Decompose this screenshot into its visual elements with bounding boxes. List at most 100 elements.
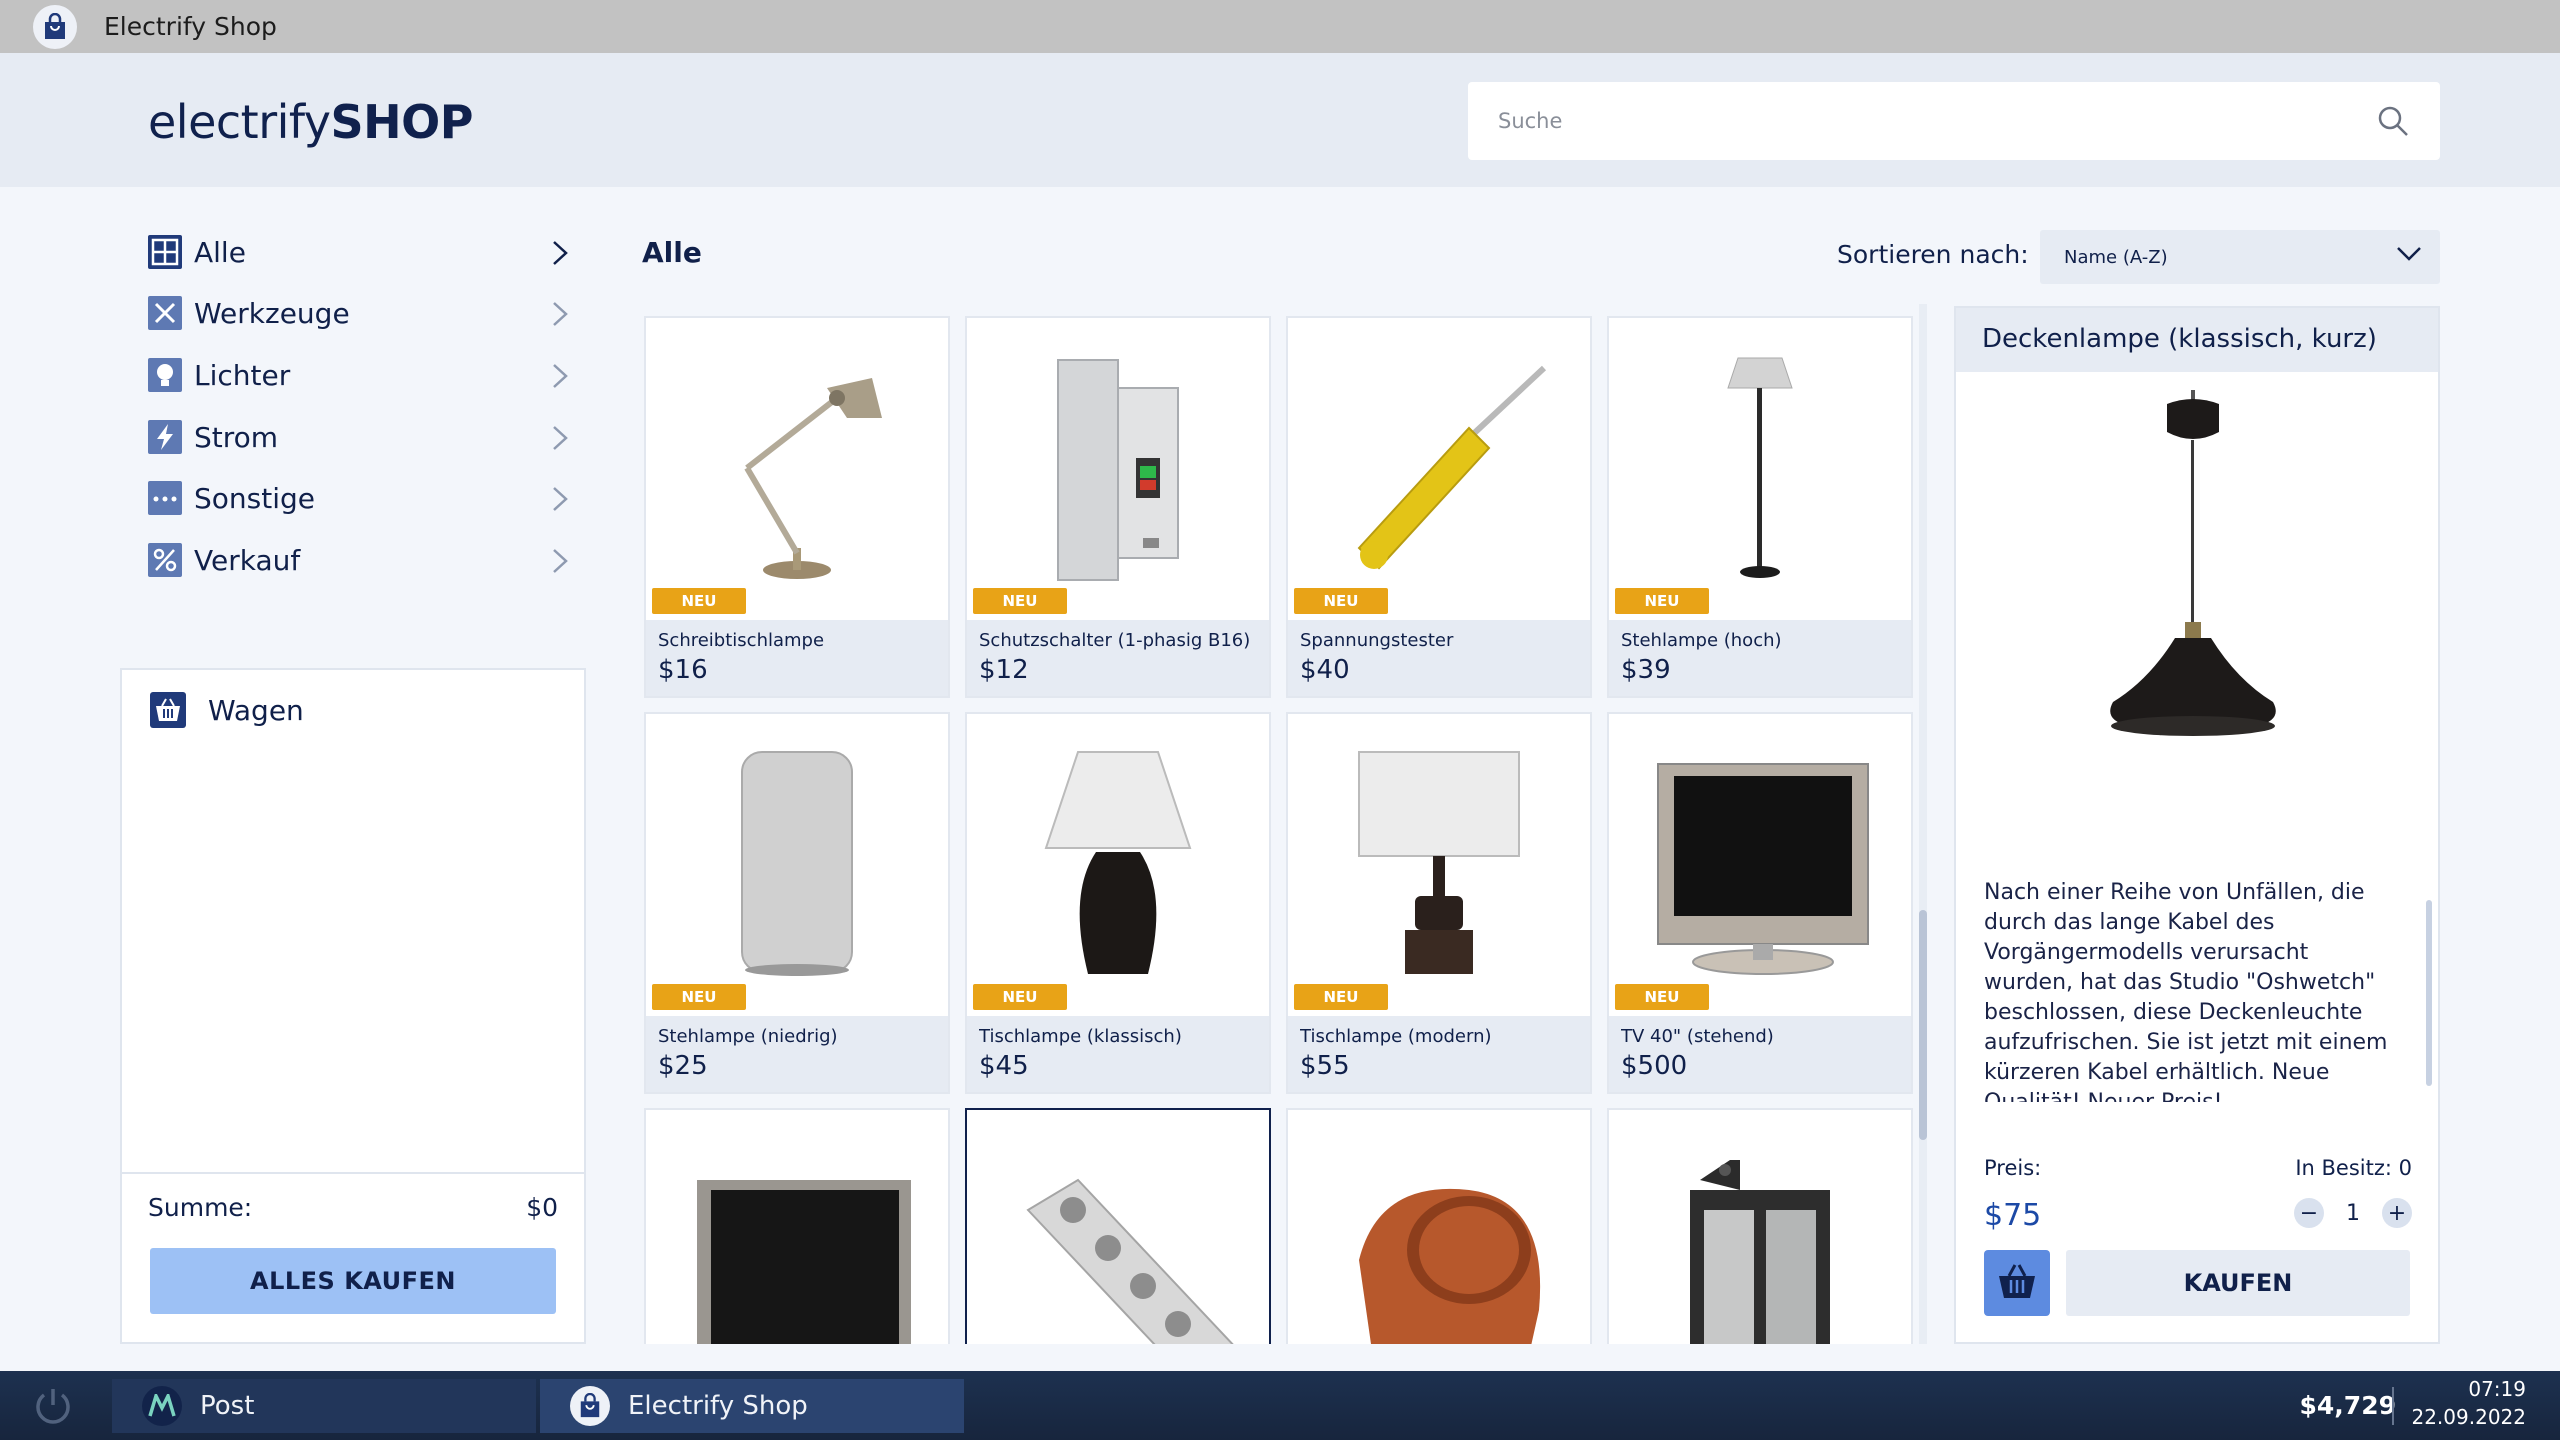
basket-icon (150, 692, 186, 728)
product-name: Stehlampe (hoch) (1621, 630, 1782, 651)
floor-lamp-low-image (646, 714, 948, 1014)
shopping-bag-icon (33, 4, 77, 49)
sidebar-item-lichter[interactable]: Lichter (148, 353, 568, 397)
product-info: Tischlampe (modern) $55 (1288, 1016, 1590, 1092)
chevron-right-icon (552, 425, 568, 455)
search-icon[interactable] (2376, 104, 2410, 142)
sidebar-item-strom[interactable]: Strom (148, 415, 568, 459)
product-name: Schutzschalter (1-phasig B16) (979, 630, 1251, 651)
product-card[interactable]: NEU Stehlampe (niedrig) $25 (644, 712, 950, 1094)
sidebar-item-label: Strom (194, 420, 279, 454)
product-card[interactable]: NEU Tischlampe (modern) $55 (1286, 712, 1592, 1094)
add-to-cart-button[interactable] (1984, 1250, 2050, 1316)
sidebar-item-sonstige[interactable]: Sonstige (148, 476, 568, 520)
sort-dropdown[interactable]: Name (A-Z) (2040, 230, 2440, 284)
description-scrollbar[interactable] (2426, 900, 2432, 1086)
table-lamp-classic-image (967, 714, 1269, 1014)
grid-scrollbar-track[interactable] (1919, 304, 1927, 1344)
clock-date: 22.09.2022 (2411, 1405, 2526, 1429)
product-card[interactable]: NEU Tischlampe (klassisch) $45 (965, 712, 1271, 1094)
sidebar-item-label: Lichter (194, 358, 291, 392)
tv-standing-image (1609, 714, 1911, 1014)
minus-icon[interactable]: − (2294, 1198, 2324, 1228)
account-balance: $4,729 (2299, 1391, 2396, 1420)
detail-price: $75 (1984, 1198, 2042, 1233)
new-badge: NEU (973, 984, 1067, 1010)
product-name: Tischlampe (modern) (1300, 1026, 1492, 1047)
product-card[interactable]: NEU Stehlampe (hoch) $39 (1607, 316, 1913, 698)
new-badge: NEU (652, 588, 746, 614)
product-price: $12 (979, 655, 1029, 685)
basket-icon (1997, 1262, 2037, 1304)
product-card[interactable]: NEU Schutzschalter (1-phasig B16) $12 (965, 316, 1271, 698)
product-name: Schreibtischlampe (658, 630, 825, 651)
product-card[interactable] (1607, 1108, 1913, 1344)
lightning-icon (148, 420, 182, 454)
chevron-down-icon (2396, 246, 2422, 266)
detail-title: Deckenlampe (klassisch, kurz) (1982, 324, 2377, 354)
sidebar-item-verkauf[interactable]: Verkauf (148, 538, 568, 582)
chevron-right-icon (552, 548, 568, 578)
product-info: TV 40" (stehend) $500 (1609, 1016, 1911, 1092)
percent-icon (148, 543, 182, 577)
product-card[interactable]: NEU Schreibtischlampe $16 (644, 316, 950, 698)
chevron-right-icon (552, 486, 568, 516)
cart-sum-label: Summe: (148, 1193, 253, 1222)
shop-logo[interactable]: electrifySHOP (148, 95, 473, 149)
product-info: Stehlampe (hoch) $39 (1609, 620, 1911, 696)
grid-scrollbar-thumb[interactable] (1919, 910, 1927, 1140)
quantity-stepper: − 1 + (2294, 1198, 2412, 1228)
taskbar-app-post[interactable]: Post (112, 1379, 536, 1433)
taskbar-app-label: Post (200, 1391, 255, 1421)
page-title: Alle (642, 236, 702, 269)
plus-icon[interactable]: + (2382, 1198, 2412, 1228)
sidebar-item-alle[interactable]: Alle (148, 230, 568, 274)
product-card[interactable]: NEU TV 40" (stehend) $500 (1607, 712, 1913, 1094)
bulb-icon (148, 358, 182, 392)
product-info: Stehlampe (niedrig) $25 (646, 1016, 948, 1092)
new-badge: NEU (1615, 588, 1709, 614)
taskbar-app-electrify-shop[interactable]: Electrify Shop (540, 1379, 964, 1433)
product-name: Stehlampe (niedrig) (658, 1026, 838, 1047)
sidebar-item-werkzeuge[interactable]: Werkzeuge (148, 291, 568, 335)
buy-all-button[interactable]: ALLES KAUFEN (150, 1248, 556, 1314)
quantity-value[interactable]: 1 (2324, 1201, 2382, 1226)
logo-light-text: electrify (148, 95, 331, 149)
new-badge: NEU (973, 588, 1067, 614)
sidebar-item-label: Werkzeuge (194, 296, 350, 330)
new-badge: NEU (652, 984, 746, 1010)
product-card[interactable] (644, 1108, 950, 1344)
new-badge: NEU (1294, 588, 1388, 614)
power-icon[interactable] (30, 1383, 76, 1429)
sidebar-item-label: Alle (194, 235, 246, 269)
product-price: $39 (1621, 655, 1671, 685)
search-input[interactable] (1498, 109, 2440, 133)
taskbar-separator (2392, 1387, 2394, 1425)
tools-icon (148, 296, 182, 330)
product-card[interactable]: NEU Spannungstester $40 (1286, 316, 1592, 698)
product-card[interactable] (1286, 1108, 1592, 1344)
new-badge: NEU (1294, 984, 1388, 1010)
cart-title: Wagen (208, 693, 304, 727)
product-info: Tischlampe (klassisch) $45 (967, 1016, 1269, 1092)
voltage-tester-image (1288, 318, 1590, 618)
detail-header: Deckenlampe (klassisch, kurz) (1956, 308, 2438, 372)
sidebar-item-label: Sonstige (194, 481, 315, 515)
owned-count: In Besitz: 0 (2295, 1156, 2412, 1180)
window-title: Electrify Shop (104, 12, 277, 41)
product-info: Spannungstester $40 (1288, 620, 1590, 696)
product-detail-panel: Deckenlampe (klassisch, kurz) Nach einer… (1954, 306, 2440, 1344)
taskbar-app-label: Electrify Shop (628, 1391, 808, 1421)
product-name: Tischlampe (klassisch) (979, 1026, 1182, 1047)
cart-sum-value: $0 (526, 1193, 558, 1222)
dots-icon (148, 481, 182, 515)
product-card[interactable] (965, 1108, 1271, 1344)
product-price: $40 (1300, 655, 1350, 685)
cart-panel: Wagen Summe: $0 ALLES KAUFEN (120, 668, 586, 1344)
sort-value: Name (A-Z) (2064, 246, 2168, 268)
product-info: Schutzschalter (1-phasig B16) $12 (967, 620, 1269, 696)
buy-button[interactable]: KAUFEN (2066, 1250, 2410, 1316)
product-name: Spannungstester (1300, 630, 1454, 651)
pot-image (1288, 1110, 1590, 1344)
floor-lamp-high-image (1609, 318, 1911, 618)
